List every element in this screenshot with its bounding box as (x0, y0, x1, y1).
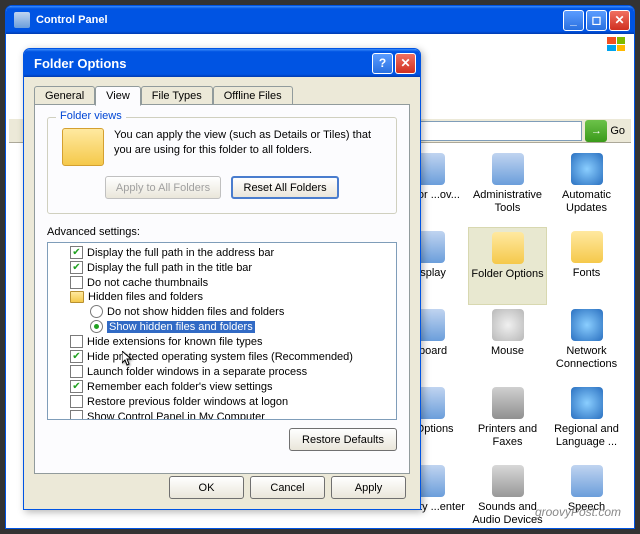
main-titlebar: Control Panel _ ◻ ✕ (6, 6, 634, 34)
go-button[interactable]: → (585, 120, 607, 142)
go-label: Go (610, 125, 625, 137)
reset-all-folders-button[interactable]: Reset All Folders (231, 176, 339, 199)
network-icon (571, 309, 603, 341)
speech-icon (571, 465, 603, 497)
regional-icon (571, 387, 603, 419)
radio-icon[interactable] (90, 305, 103, 318)
close-button[interactable]: ✕ (609, 10, 630, 31)
tree-item[interactable]: Do not show hidden files and folders (50, 304, 394, 319)
checkbox-icon[interactable]: ✔ (70, 246, 83, 259)
restore-defaults-button[interactable]: Restore Defaults (289, 428, 397, 451)
control-panel-icon-grid: ...ld or ...ov... Administrative Tools A… (389, 149, 626, 520)
cp-item-network[interactable]: Network Connections (547, 305, 626, 383)
tab-strip: General View File Types Offline Files (34, 86, 410, 105)
tree-item-show-hidden[interactable]: Show hidden files and folders (50, 319, 394, 334)
watermark: groovyPost.com (535, 505, 621, 519)
tree-item[interactable]: Restore previous folder windows at logon (50, 394, 394, 409)
apply-button[interactable]: Apply (331, 476, 406, 499)
advanced-settings-tree[interactable]: ✔Display the full path in the address ba… (47, 242, 397, 420)
advanced-settings-label: Advanced settings: (47, 226, 397, 238)
folder-icon (70, 291, 84, 303)
folder-views-legend: Folder views (56, 110, 126, 122)
tree-item[interactable]: ✔Display the full path in the title bar (50, 260, 394, 275)
tab-offline-files[interactable]: Offline Files (213, 86, 293, 105)
cp-item-auto-updates[interactable]: Automatic Updates (547, 149, 626, 227)
checkbox-icon[interactable] (70, 365, 83, 378)
maximize-button[interactable]: ◻ (586, 10, 607, 31)
tree-item[interactable]: ✔Display the full path in the address ba… (50, 245, 394, 260)
control-panel-icon (14, 12, 30, 28)
fonts-icon (571, 231, 603, 263)
dialog-close-button[interactable]: ✕ (395, 53, 416, 74)
radio-icon[interactable] (90, 320, 103, 333)
minimize-button[interactable]: _ (563, 10, 584, 31)
checkbox-icon[interactable]: ✔ (70, 380, 83, 393)
cp-item-folder-options[interactable]: Folder Options (468, 227, 547, 305)
admin-tools-icon (492, 153, 524, 185)
tree-item-hidden-files-folder[interactable]: Hidden files and folders (50, 290, 394, 304)
apply-to-all-folders-button[interactable]: Apply to All Folders (105, 176, 221, 199)
tree-item[interactable]: ✔Hide protected operating system files (… (50, 349, 394, 364)
folder-options-icon (492, 232, 524, 264)
updates-icon (571, 153, 603, 185)
cp-item-fonts[interactable]: Fonts (547, 227, 626, 305)
checkbox-icon[interactable] (70, 335, 83, 348)
cp-item-mouse[interactable]: Mouse (468, 305, 547, 383)
tab-file-types[interactable]: File Types (141, 86, 213, 105)
cancel-button[interactable]: Cancel (250, 476, 325, 499)
windows-flag-icon (601, 34, 631, 54)
tree-item[interactable]: ✔Remember each folder's view settings (50, 379, 394, 394)
tree-item[interactable]: Show Control Panel in My Computer (50, 409, 394, 420)
help-button[interactable]: ? (372, 53, 393, 74)
checkbox-icon[interactable] (70, 395, 83, 408)
folder-views-description: You can apply the view (such as Details … (114, 128, 382, 159)
ok-button[interactable]: OK (169, 476, 244, 499)
folder-views-icon (62, 128, 104, 166)
cp-item-regional[interactable]: Regional and Language ... (547, 383, 626, 461)
dialog-title: Folder Options (34, 56, 372, 71)
cp-item-printers[interactable]: Printers and Faxes (468, 383, 547, 461)
dialog-titlebar: Folder Options ? ✕ (24, 49, 420, 77)
tree-item[interactable]: Hide extensions for known file types (50, 334, 394, 349)
cp-item-admin-tools[interactable]: Administrative Tools (468, 149, 547, 227)
speaker-icon (492, 465, 524, 497)
tab-view[interactable]: View (95, 86, 141, 106)
folder-options-dialog: Folder Options ? ✕ General View File Typ… (23, 48, 421, 510)
checkbox-icon[interactable] (70, 276, 83, 289)
tab-panel-view: Folder views You can apply the view (suc… (34, 104, 410, 474)
checkbox-icon[interactable]: ✔ (70, 261, 83, 274)
main-window-title: Control Panel (36, 14, 108, 26)
folder-views-group: Folder views You can apply the view (suc… (47, 117, 397, 214)
mouse-icon (492, 309, 524, 341)
tree-item[interactable]: Do not cache thumbnails (50, 275, 394, 290)
tree-item[interactable]: Launch folder windows in a separate proc… (50, 364, 394, 379)
printer-icon (492, 387, 524, 419)
checkbox-icon[interactable]: ✔ (70, 350, 83, 363)
checkbox-icon[interactable] (70, 410, 83, 420)
tab-general[interactable]: General (34, 86, 95, 105)
